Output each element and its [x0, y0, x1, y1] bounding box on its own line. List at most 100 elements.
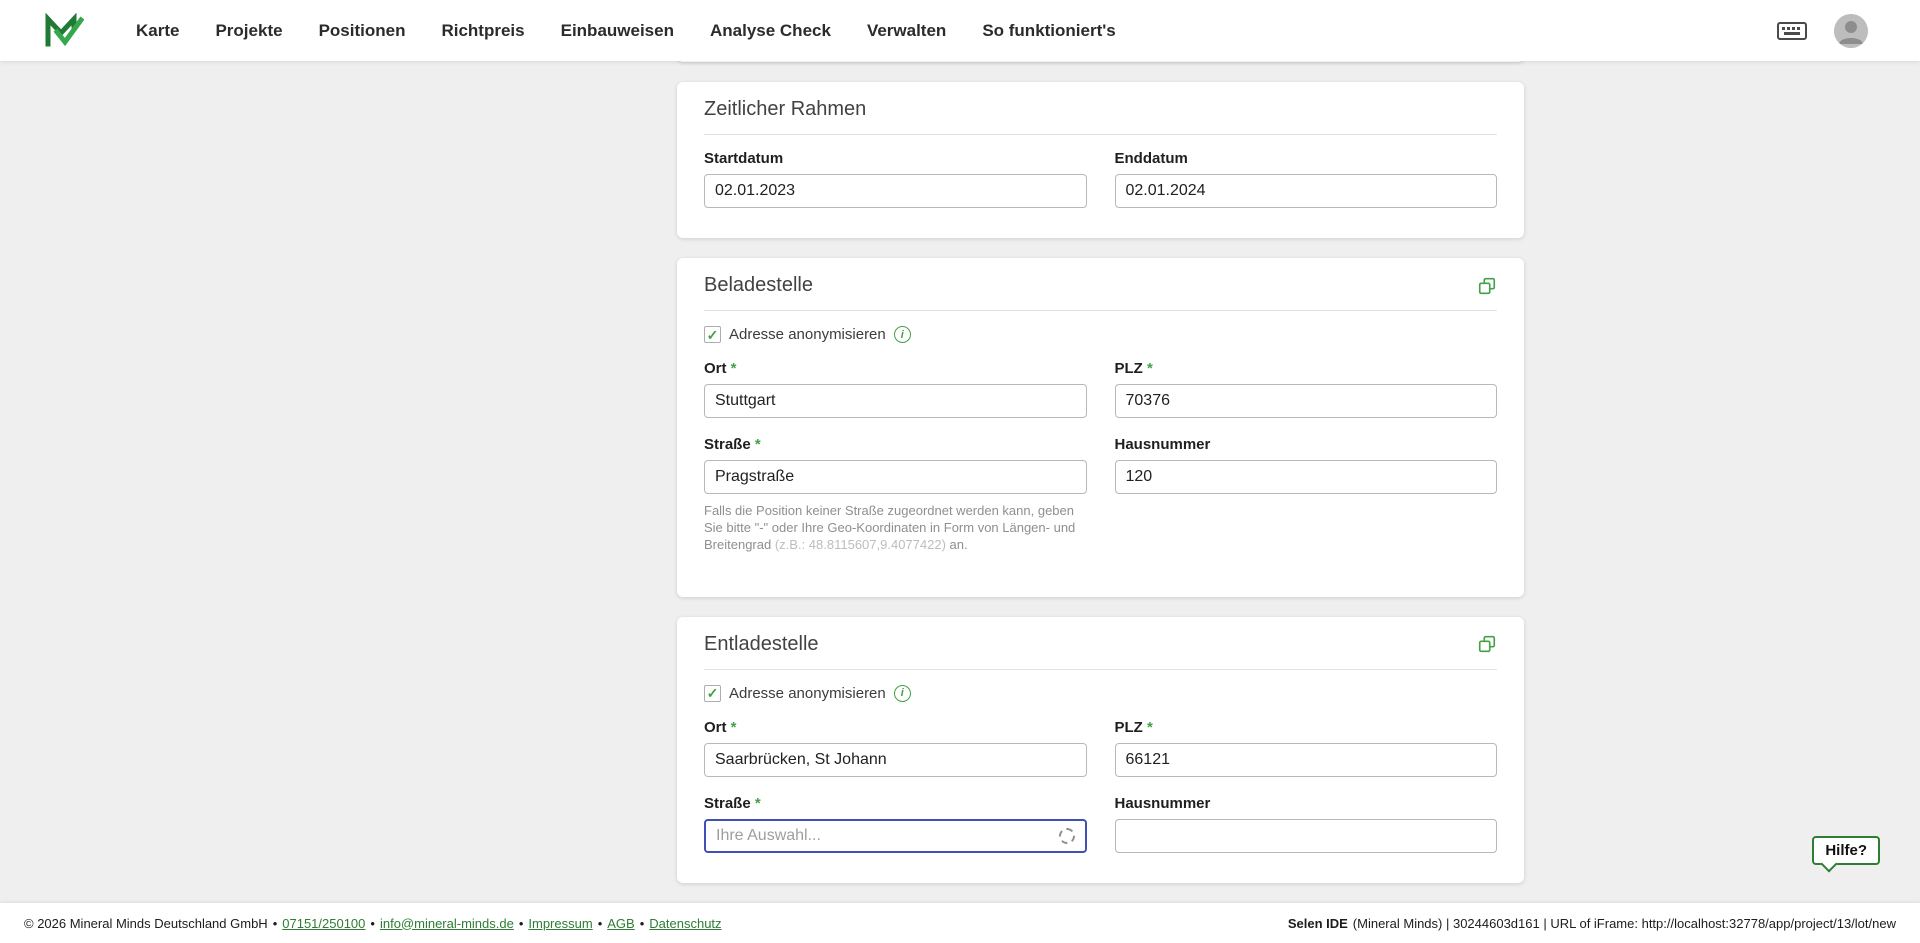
footer-link-agb[interactable]: AGB [607, 916, 634, 931]
info-icon[interactable]: i [894, 685, 911, 702]
anonymize-row: ✓ Adresse anonymisieren i [704, 326, 1497, 343]
entladestelle-ort-label: Ort * [704, 719, 1087, 736]
form-column: Anrede, Titel, Vorname, Nachname, Tel.-N… [677, 61, 1524, 883]
info-icon[interactable]: i [894, 326, 911, 343]
label-text: Straße [704, 795, 751, 812]
nav-item-positionen[interactable]: Positionen [319, 21, 406, 41]
anonymize-label: Adresse anonymisieren [729, 326, 886, 343]
entladestelle-hausnummer-field: Hausnummer [1115, 795, 1498, 853]
beladestelle-strasse-input[interactable] [704, 460, 1087, 494]
entladestelle-plz-input[interactable] [1115, 743, 1498, 777]
divider [704, 134, 1497, 135]
separator: • [370, 916, 375, 931]
hint-coords: (z.B.: 48.8115607,9.4077422) [775, 537, 946, 552]
beladestelle-plz-label: PLZ * [1115, 360, 1498, 377]
divider [704, 669, 1497, 670]
beladestelle-ort-input[interactable] [704, 384, 1087, 418]
beladestelle-hausnummer-label: Hausnummer [1115, 436, 1498, 453]
anonymize-checkbox[interactable]: ✓ [704, 685, 721, 702]
footer-left: © 2026 Mineral Minds Deutschland GmbH • … [24, 916, 722, 931]
entladestelle-plz-field: PLZ * [1115, 719, 1498, 777]
anonymize-label: Adresse anonymisieren [729, 685, 886, 702]
beladestelle-ort-field: Ort * [704, 360, 1087, 418]
beladestelle-ort-label: Ort * [704, 360, 1087, 377]
required-asterisk: * [755, 436, 761, 453]
beladestelle-card-title: Beladestelle [704, 274, 813, 297]
session-name: Selen IDE [1288, 916, 1348, 931]
entladestelle-ort-field: Ort * [704, 719, 1087, 777]
beladestelle-hausnummer-input[interactable] [1115, 460, 1498, 494]
separator: • [273, 916, 278, 931]
enddatum-label: Enddatum [1115, 150, 1498, 167]
timeframe-card-title: Zeitlicher Rahmen [704, 98, 866, 121]
entladestelle-strasse-label: Straße * [704, 795, 1087, 812]
separator: • [598, 916, 603, 931]
separator: • [519, 916, 524, 931]
footer-link-datenschutz[interactable]: Datenschutz [649, 916, 721, 931]
label-text: PLZ [1115, 360, 1143, 377]
nav-item-einbauweisen[interactable]: Einbauweisen [561, 21, 674, 41]
keyboard-icon[interactable] [1776, 18, 1808, 44]
required-asterisk: * [755, 795, 761, 812]
enddatum-input[interactable] [1115, 174, 1498, 208]
enddatum-field: Enddatum [1115, 150, 1498, 208]
copy-icon[interactable] [1477, 276, 1497, 296]
loading-spinner-icon [1059, 828, 1075, 844]
nav-item-so-funktionierts[interactable]: So funktioniert's [982, 21, 1115, 41]
footer-link-email[interactable]: info@mineral-minds.de [380, 916, 514, 931]
entladestelle-strasse-field: Straße * [704, 795, 1087, 853]
hint-end: an. [950, 537, 968, 552]
nav-item-richtpreis[interactable]: Richtpreis [441, 21, 524, 41]
strasse-hint: Falls die Position keiner Straße zugeord… [704, 503, 1087, 554]
required-asterisk: * [1147, 360, 1153, 377]
entladestelle-strasse-input[interactable] [716, 827, 1059, 845]
check-icon: ✓ [707, 328, 719, 342]
anonymize-row: ✓ Adresse anonymisieren i [704, 685, 1497, 702]
timeframe-card: Zeitlicher Rahmen Startdatum Enddatum [677, 82, 1524, 238]
entladestelle-hausnummer-label: Hausnummer [1115, 795, 1498, 812]
content-area: Anrede, Titel, Vorname, Nachname, Tel.-N… [0, 61, 1920, 903]
nav-item-analyse-check[interactable]: Analyse Check [710, 21, 831, 41]
session-details: (Mineral Minds) | 30244603d161 | URL of … [1353, 916, 1896, 931]
footer-link-impressum[interactable]: Impressum [528, 916, 592, 931]
label-text: Ort [704, 360, 727, 377]
startdatum-input[interactable] [704, 174, 1087, 208]
entladestelle-card-title: Entladestelle [704, 633, 819, 656]
required-asterisk: * [1147, 719, 1153, 736]
nav-item-karte[interactable]: Karte [136, 21, 179, 41]
beladestelle-strasse-field: Straße * Falls die Position keiner Straß… [704, 436, 1087, 567]
footer: © 2026 Mineral Minds Deutschland GmbH • … [0, 903, 1920, 943]
logo-icon [44, 11, 84, 51]
check-icon: ✓ [707, 686, 719, 700]
startdatum-field: Startdatum [704, 150, 1087, 208]
beladestelle-strasse-label: Straße * [704, 436, 1087, 453]
label-text: Straße [704, 436, 751, 453]
footer-link-phone[interactable]: 07151/250100 [282, 916, 365, 931]
entladestelle-card: Entladestelle ✓ Adresse anonymisieren i [677, 617, 1524, 883]
entladestelle-plz-label: PLZ * [1115, 719, 1498, 736]
beladestelle-card: Beladestelle ✓ Adresse anonymisieren i [677, 258, 1524, 597]
mineral-minds-logo[interactable] [44, 11, 84, 51]
person-icon [1834, 14, 1868, 48]
beladestelle-plz-field: PLZ * [1115, 360, 1498, 418]
help-button[interactable]: Hilfe? [1812, 836, 1880, 865]
nav-item-verwalten[interactable]: Verwalten [867, 21, 946, 41]
nav-item-projekte[interactable]: Projekte [215, 21, 282, 41]
beladestelle-plz-input[interactable] [1115, 384, 1498, 418]
required-asterisk: * [731, 360, 737, 377]
label-text: Ort [704, 719, 727, 736]
entladestelle-hausnummer-input[interactable] [1115, 819, 1498, 853]
startdatum-label: Startdatum [704, 150, 1087, 167]
entladestelle-strasse-input-wrapper [704, 819, 1087, 853]
navbar-right [1776, 14, 1920, 48]
copyright-text: © 2026 Mineral Minds Deutschland GmbH [24, 916, 268, 931]
anonymize-checkbox[interactable]: ✓ [704, 326, 721, 343]
separator: • [640, 916, 645, 931]
user-avatar[interactable] [1834, 14, 1868, 48]
entladestelle-ort-input[interactable] [704, 743, 1087, 777]
copy-icon[interactable] [1477, 634, 1497, 654]
divider [704, 310, 1497, 311]
contact-card: Anrede, Titel, Vorname, Nachname, Tel.-N… [677, 61, 1524, 62]
beladestelle-hausnummer-field: Hausnummer [1115, 436, 1498, 567]
required-asterisk: * [731, 719, 737, 736]
